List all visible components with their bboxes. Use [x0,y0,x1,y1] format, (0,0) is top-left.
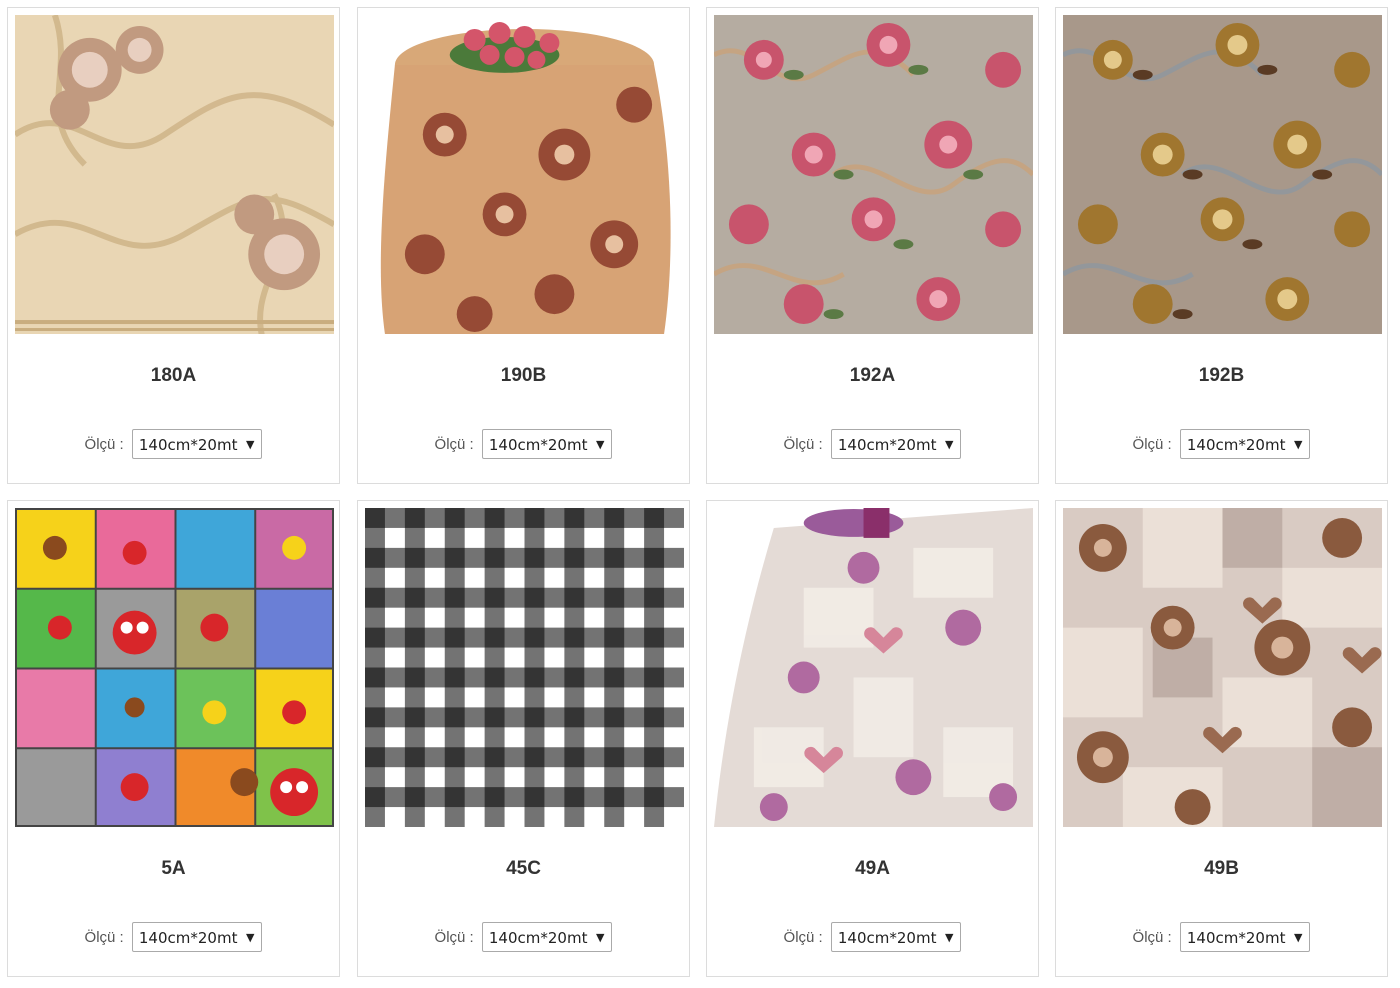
product-grid: 180A Ölçü : 140cm*20mt ▼ 190B Ölçü: 140… [0,0,1400,988]
product-card[interactable]: 190B Ölçü : 140cm*20mt ▼ [357,7,690,484]
product-code: 49B [1204,858,1239,879]
product-code: 180A [150,365,197,386]
product-card[interactable]: 49A Ölçü : 140cm*20mt ▼ [706,500,1039,977]
product-card[interactable]: 49B Ölçü : 140cm*20mt ▼ [1055,500,1388,977]
product-card[interactable]: 192B Ölçü : 140cm*20mt ▼ [1055,7,1388,484]
size-select-value: 140cm*20mt [837,929,937,947]
product-code: 192B [1198,365,1245,386]
size-select-value: 140cm*20mt [138,929,238,947]
size-select[interactable]: 140cm*20mt ▼ [481,922,613,952]
chevron-down-icon: ▼ [1294,931,1303,944]
chevron-down-icon: ▼ [945,438,954,451]
product-image[interactable] [15,15,334,334]
product-image[interactable] [365,508,684,827]
product-card[interactable]: 192A Ölçü : 140cm*20mt ▼ [706,7,1039,484]
size-select-value: 140cm*20mt [488,929,588,947]
size-select[interactable]: 140cm*20mt ▼ [131,922,263,952]
product-code: 45C [506,858,541,879]
product-image[interactable] [15,508,334,827]
size-row: Ölçü : 140cm*20mt ▼ [358,429,689,459]
size-label: Ölçü : [84,435,124,453]
product-card[interactable]: 45C Ölçü : 140cm*20mt ▼ [357,500,690,977]
size-row: Ölçü : 140cm*20mt ▼ [358,922,689,952]
product-code: 192A [849,365,896,386]
chevron-down-icon: ▼ [1294,438,1303,451]
size-select[interactable]: 140cm*20mt ▼ [1179,922,1311,952]
product-code: 190B [500,365,547,386]
size-select[interactable]: 140cm*20mt ▼ [481,429,613,459]
size-row: Ölçü : 140cm*20mt ▼ [8,922,339,952]
size-row: Ölçü : 140cm*20mt ▼ [8,429,339,459]
chevron-down-icon: ▼ [246,438,255,451]
size-select[interactable]: 140cm*20mt ▼ [830,922,962,952]
size-row: Ölçü : 140cm*20mt ▼ [1056,922,1387,952]
product-image[interactable] [714,508,1033,827]
size-row: Ölçü : 140cm*20mt ▼ [707,922,1038,952]
product-code: 49A [855,858,890,879]
size-label: Ölçü : [783,928,823,946]
product-image[interactable] [1063,508,1382,827]
size-label: Ölçü : [1132,928,1172,946]
size-select[interactable]: 140cm*20mt ▼ [830,429,962,459]
size-row: Ölçü : 140cm*20mt ▼ [707,429,1038,459]
chevron-down-icon: ▼ [246,931,255,944]
size-label: Ölçü : [434,928,474,946]
product-image[interactable] [1063,15,1382,334]
product-image[interactable] [365,15,684,334]
size-label: Ölçü : [1132,435,1172,453]
size-label: Ölçü : [434,435,474,453]
size-select-value: 140cm*20mt [138,436,238,454]
product-card[interactable]: 5A Ölçü : 140cm*20mt ▼ [7,500,340,977]
size-label: Ölçü : [783,435,823,453]
size-select-value: 140cm*20mt [1186,436,1286,454]
size-select-value: 140cm*20mt [488,436,588,454]
size-label: Ölçü : [84,928,124,946]
size-select-value: 140cm*20mt [1186,929,1286,947]
size-row: Ölçü : 140cm*20mt ▼ [1056,429,1387,459]
product-code: 5A [161,858,186,879]
chevron-down-icon: ▼ [596,438,605,451]
product-image[interactable] [714,15,1033,334]
size-select[interactable]: 140cm*20mt ▼ [1179,429,1311,459]
product-card[interactable]: 180A Ölçü : 140cm*20mt ▼ [7,7,340,484]
size-select[interactable]: 140cm*20mt ▼ [131,429,263,459]
chevron-down-icon: ▼ [596,931,605,944]
size-select-value: 140cm*20mt [837,436,937,454]
chevron-down-icon: ▼ [945,931,954,944]
